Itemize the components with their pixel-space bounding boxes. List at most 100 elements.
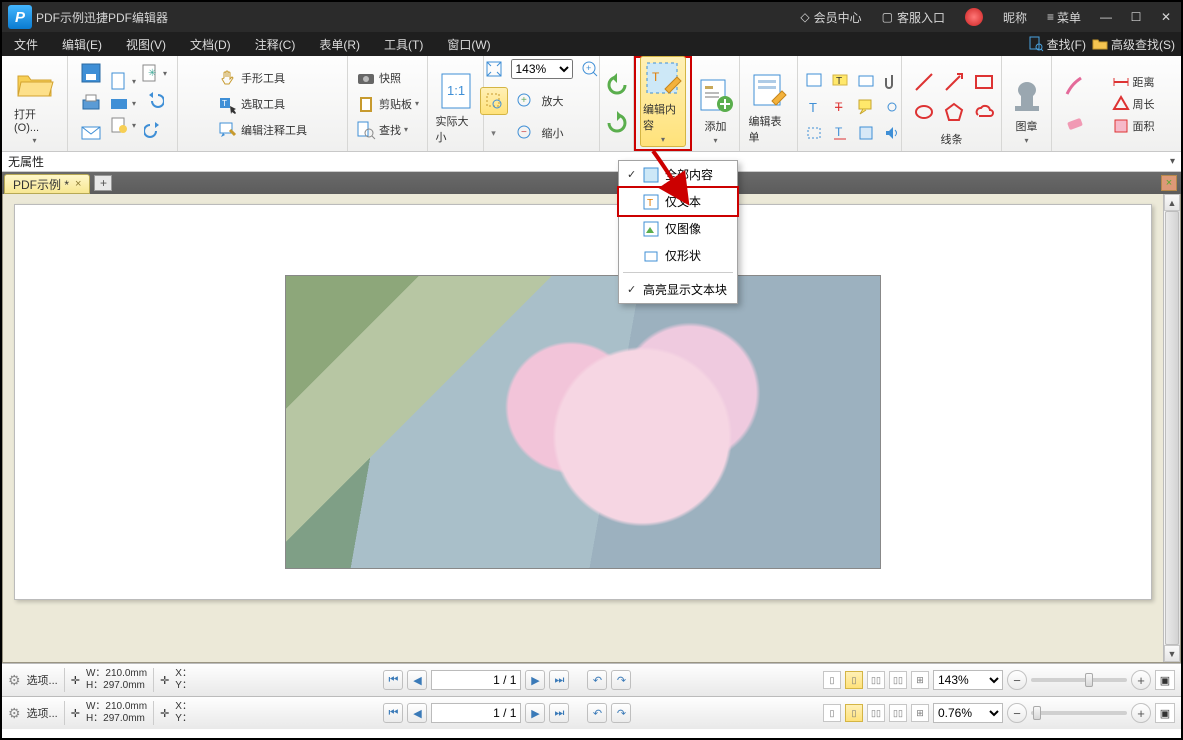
caret-button[interactable]: [800, 119, 828, 147]
text-button[interactable]: T: [800, 93, 828, 121]
layout-thumb-button-2[interactable]: ⊞: [911, 704, 929, 722]
propbar-chevron-icon[interactable]: ▾: [1170, 156, 1175, 167]
vertical-scrollbar[interactable]: ▲ ▼: [1163, 194, 1180, 662]
zoom-slider-knob[interactable]: [1085, 673, 1093, 687]
pencil-button[interactable]: [1061, 72, 1089, 100]
new-doc-button[interactable]: ✳▾: [140, 63, 168, 83]
rotate-ccw-button[interactable]: [603, 71, 631, 99]
find-button[interactable]: 查找(F): [1028, 36, 1086, 53]
tab-close-button[interactable]: ×: [75, 178, 81, 190]
minimize-button[interactable]: —: [1091, 10, 1121, 24]
nickname-label[interactable]: 昵称: [993, 9, 1037, 26]
fit-page-button[interactable]: [480, 55, 508, 83]
gear-icon[interactable]: ⚙: [8, 705, 21, 722]
last-page-button[interactable]: ⏭: [549, 670, 569, 690]
eraser-button[interactable]: [1061, 108, 1089, 136]
menu-tools[interactable]: 工具(T): [372, 36, 435, 53]
ellipse-button[interactable]: [910, 98, 938, 126]
scroll-thumb[interactable]: [1165, 211, 1179, 645]
forward-button-2[interactable]: ↷: [611, 703, 631, 723]
polygon-button[interactable]: [940, 98, 968, 126]
note-button[interactable]: [800, 67, 828, 95]
prev-page-button[interactable]: ◀: [407, 670, 427, 690]
actual-size-button[interactable]: 1:1 实际大小: [432, 69, 480, 147]
clipboard-button[interactable]: 剪贴板▾: [356, 94, 419, 114]
support-button[interactable]: ▢ 客服入口: [872, 9, 955, 26]
redo-button[interactable]: [140, 115, 168, 143]
zoom-out-button-2[interactable]: −: [1007, 703, 1027, 723]
zoom-select-1[interactable]: 143%: [933, 670, 1003, 690]
page-input[interactable]: [431, 670, 521, 690]
hand-tool-button[interactable]: 手形工具: [218, 68, 307, 88]
last-page-button-2[interactable]: ⏭: [549, 703, 569, 723]
zoom-out-button-1[interactable]: −: [1007, 670, 1027, 690]
dropdown-text-only[interactable]: T 仅文本: [617, 186, 739, 217]
back-button[interactable]: ↶: [587, 670, 607, 690]
layout-thumb-button[interactable]: ⊞: [911, 671, 929, 689]
distance-button[interactable]: 距离: [1112, 73, 1155, 91]
layout-facing-cont-button[interactable]: ▯▯: [889, 671, 907, 689]
fit-button-2[interactable]: ▣: [1155, 703, 1175, 723]
document-viewport[interactable]: [3, 194, 1163, 662]
save-button[interactable]: [77, 59, 105, 87]
area-button[interactable]: 面积: [1112, 117, 1155, 135]
underline-button[interactable]: T: [826, 119, 854, 147]
textbox-button[interactable]: [852, 67, 880, 95]
scan-button[interactable]: ▾: [109, 93, 136, 113]
open-button[interactable]: 打开(O)... ▾: [10, 62, 59, 147]
hamburger-menu[interactable]: ≡ 菜单: [1037, 9, 1091, 26]
rotate-cw-button[interactable]: [603, 109, 631, 137]
from-file-button[interactable]: ▾: [109, 115, 136, 135]
menu-doc[interactable]: 文档(D): [178, 36, 243, 53]
find-tool-button[interactable]: 查找▾: [356, 120, 419, 140]
menu-window[interactable]: 窗口(W): [435, 36, 502, 53]
first-page-button[interactable]: ⏮: [383, 670, 403, 690]
stamp-button[interactable]: 图章▾: [1003, 74, 1051, 147]
edit-form-button[interactable]: 编辑表单: [745, 69, 793, 147]
strike-button[interactable]: T: [826, 93, 854, 121]
highlight-button[interactable]: T: [826, 67, 854, 95]
gear-icon[interactable]: ⚙: [8, 672, 21, 689]
dropdown-image-only[interactable]: 仅图像: [619, 215, 737, 242]
zoom-out-button[interactable]: ▾−缩小: [480, 119, 604, 147]
close-button[interactable]: ✕: [1151, 10, 1181, 24]
annot-tool-button[interactable]: 编辑注释工具: [218, 120, 307, 140]
scroll-down-button[interactable]: ▼: [1164, 645, 1180, 662]
member-center-button[interactable]: ◇ 会员中心: [790, 9, 871, 26]
layout-continuous-button-2[interactable]: ▯: [845, 704, 863, 722]
new-tab-button[interactable]: +: [94, 175, 112, 191]
arrow-button[interactable]: [940, 68, 968, 96]
layout-single-button[interactable]: ▯: [823, 671, 841, 689]
options-button[interactable]: 选项...: [27, 672, 58, 688]
email-button[interactable]: [77, 119, 105, 147]
layout-continuous-button[interactable]: ▯: [845, 671, 863, 689]
menu-file[interactable]: 文件: [2, 36, 50, 53]
add-button[interactable]: 添加▾: [692, 74, 740, 147]
layout-facing-button-2[interactable]: ▯▯: [867, 704, 885, 722]
forward-button[interactable]: ↷: [611, 670, 631, 690]
page-input-2[interactable]: [431, 703, 521, 723]
next-page-button[interactable]: ▶: [525, 670, 545, 690]
zoom-slider-knob-2[interactable]: [1033, 706, 1041, 720]
document-tab[interactable]: PDF示例 * ×: [4, 174, 90, 194]
dropdown-highlight-blocks[interactable]: ✓ 高亮显示文本块: [619, 276, 737, 303]
stamp-small-button[interactable]: [852, 119, 880, 147]
layout-facing-button[interactable]: ▯▯: [867, 671, 885, 689]
select-tool-button[interactable]: T选取工具: [218, 94, 307, 114]
callout-button[interactable]: [852, 93, 880, 121]
cloud-button[interactable]: [970, 98, 998, 126]
perimeter-button[interactable]: 周长: [1112, 95, 1155, 113]
fit-button-1[interactable]: ▣: [1155, 670, 1175, 690]
user-avatar[interactable]: [955, 8, 993, 26]
print-button[interactable]: [77, 89, 105, 117]
zoom-slider-2[interactable]: [1031, 711, 1127, 715]
options-button-2[interactable]: 选项...: [27, 705, 58, 721]
dropdown-shape-only[interactable]: 仅形状: [619, 242, 737, 269]
menu-view[interactable]: 视图(V): [114, 36, 178, 53]
snapshot-button[interactable]: 快照: [356, 68, 419, 88]
rect-button[interactable]: [970, 68, 998, 96]
zoom-select-2[interactable]: 0.76%: [933, 703, 1003, 723]
new-blank-button[interactable]: ▾: [109, 71, 136, 91]
layout-facing-cont-button-2[interactable]: ▯▯: [889, 704, 907, 722]
menu-edit[interactable]: 编辑(E): [50, 36, 114, 53]
